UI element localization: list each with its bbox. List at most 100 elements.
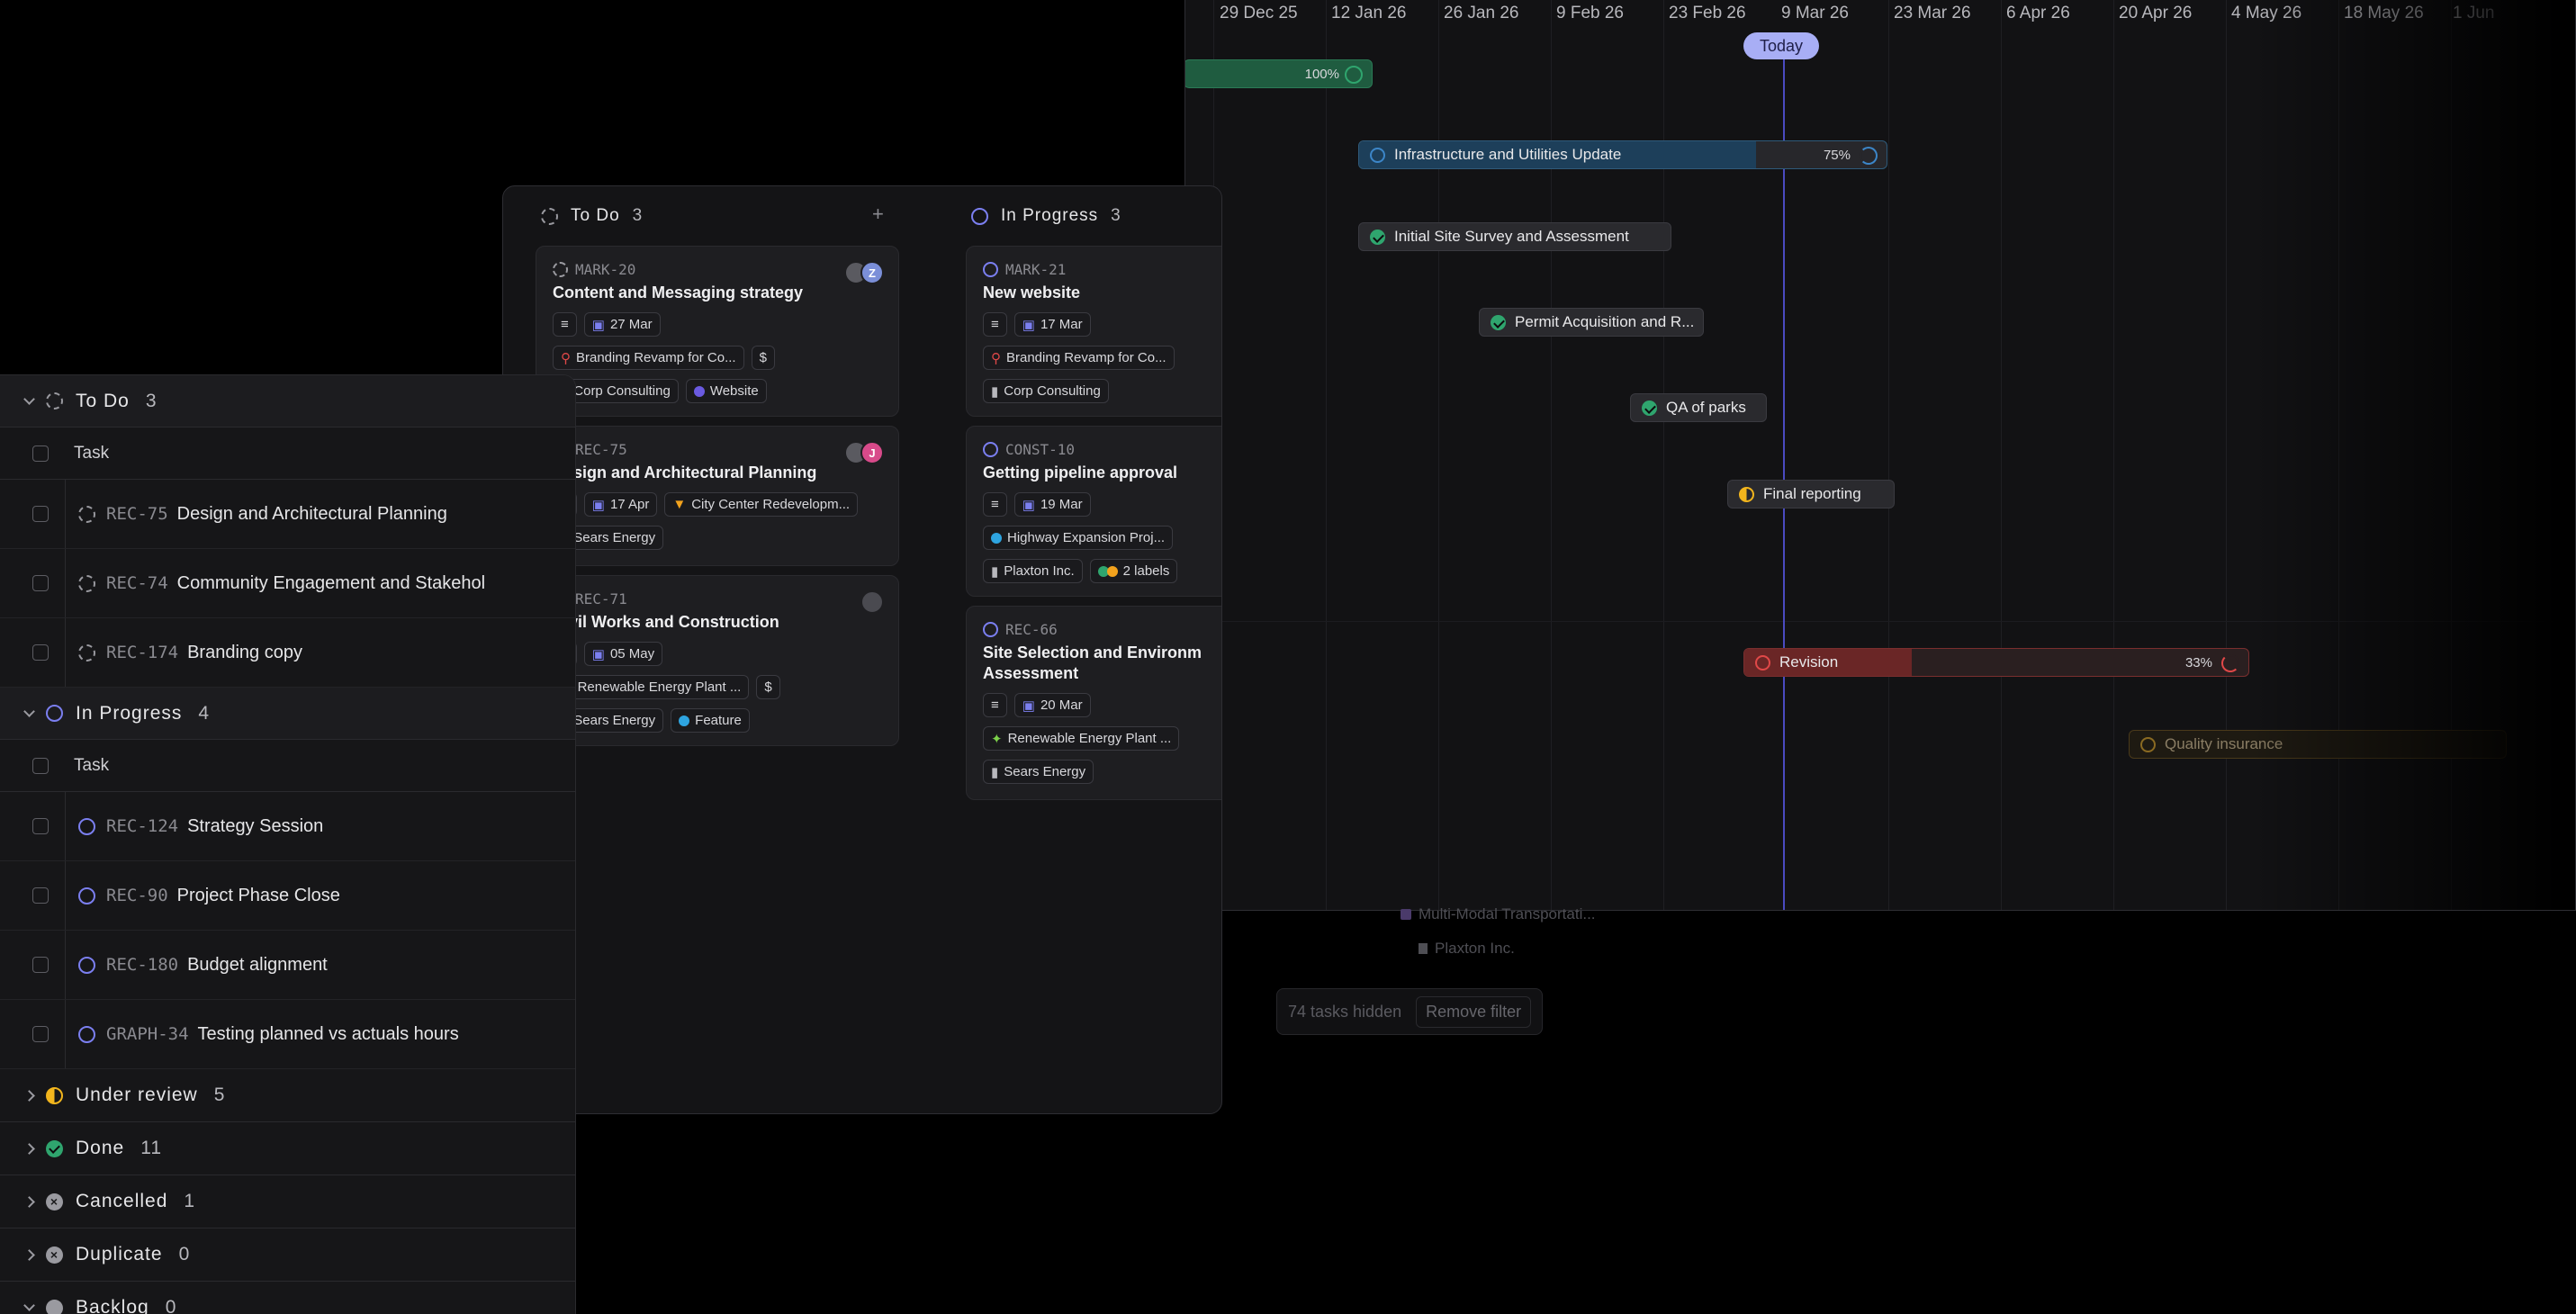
project-chip[interactable]: Highway Expansion Proj... xyxy=(983,526,1174,550)
task-title: Getting pipeline approval xyxy=(983,464,1178,482)
chevron-down-icon[interactable] xyxy=(23,705,35,717)
table-row[interactable]: REC-74 Community Engagement and Stakehol xyxy=(0,549,575,618)
ghost-project: Multi-Modal Transportati... xyxy=(1419,905,1596,922)
row-checkbox[interactable] xyxy=(32,818,49,834)
sparkle-icon: ✦ xyxy=(991,731,1003,747)
project-chip[interactable]: ⚲ Branding Revamp for Co... xyxy=(553,346,744,370)
task-title: Testing planned vs actuals hours xyxy=(197,1023,459,1044)
select-all-checkbox[interactable] xyxy=(32,757,49,774)
stack-icon[interactable]: ≡ xyxy=(983,492,1007,517)
task-card[interactable]: MARK-21 New website ≡ ▣ 17 Mar ⚲ Branding … xyxy=(966,246,1221,417)
chevron-right-icon[interactable] xyxy=(23,1248,35,1261)
due-date-chip[interactable]: ▣ 17 Apr xyxy=(583,492,658,517)
gantt-bar-site-survey[interactable]: Initial Site Survey and Assessment xyxy=(1358,222,1671,251)
table-row[interactable]: REC-124 Strategy Session xyxy=(0,792,575,861)
group-header-in-progress[interactable]: In Progress 4 xyxy=(0,688,575,740)
chevron-right-icon[interactable] xyxy=(23,1195,35,1208)
due-date-chip[interactable]: ▣ 27 Mar xyxy=(583,312,661,337)
task-card[interactable]: REC-66 Site Selection and Environm Assess… xyxy=(966,606,1221,800)
gantt-date: 23 Mar 26 xyxy=(1894,4,1971,22)
project-chip[interactable]: ✦Renewable Energy Plant ... xyxy=(553,675,750,699)
group-title: Backlog xyxy=(76,1297,149,1314)
due-date-chip[interactable]: ▣ 05 May xyxy=(583,642,663,666)
gantt-bar-quality-insurance[interactable]: Quality insurance xyxy=(2129,730,2507,759)
task-card[interactable]: MARK-20 Content and Messaging strategy Z… xyxy=(536,246,899,417)
row-checkbox[interactable] xyxy=(32,644,49,661)
row-checkbox[interactable] xyxy=(32,887,49,904)
labels-chip[interactable]: 2 labels xyxy=(1089,559,1178,583)
gantt-bar-qa-parks[interactable]: QA of parks xyxy=(1630,393,1767,422)
done-icon xyxy=(46,1139,63,1157)
done-icon xyxy=(1642,400,1657,416)
row-checkbox[interactable] xyxy=(32,575,49,591)
stack-icon[interactable]: ≡ xyxy=(983,693,1007,717)
duplicate-icon: × xyxy=(46,1246,63,1264)
client-chip[interactable]: ▮Corp Consulting xyxy=(983,379,1109,403)
client-chip[interactable]: ▮ Plaxton Inc. xyxy=(983,559,1083,583)
group-header-backlog[interactable]: Backlog 0 xyxy=(0,1282,575,1314)
gantt-bar-permit[interactable]: Permit Acquisition and R... xyxy=(1479,308,1704,337)
chevron-down-icon[interactable] xyxy=(23,392,35,405)
group-count: 3 xyxy=(145,390,158,411)
row-checkbox[interactable] xyxy=(32,506,49,522)
gantt-bar-infrastructure[interactable]: Infrastructure and Utilities Update 75% xyxy=(1358,140,1887,169)
table-row[interactable]: REC-180 Budget alignment xyxy=(0,931,575,1000)
gantt-bar-final-reporting[interactable]: Final reporting xyxy=(1727,480,1895,508)
row-checkbox[interactable] xyxy=(32,957,49,973)
group-count: 0 xyxy=(178,1244,191,1264)
task-title: Design and Architectural Planning xyxy=(176,503,447,524)
task-card[interactable]: REC-71 Civil Works and Construction ≡ ▣0… xyxy=(536,575,899,746)
table-row[interactable]: REC-75 Design and Architectural Planning xyxy=(0,480,575,549)
project-chip[interactable]: ✦Renewable Energy Plant ... xyxy=(983,726,1180,751)
board-column-count: 3 xyxy=(632,206,644,225)
gantt-bar-completed[interactable]: 100% xyxy=(1185,59,1373,88)
today-button[interactable]: Today xyxy=(1743,32,1820,59)
chevron-right-icon[interactable] xyxy=(23,1089,35,1102)
currency-chip[interactable]: $ xyxy=(751,346,775,370)
task-card[interactable]: CONST-10 Getting pipeline approval ≡ ▣ 19… xyxy=(966,426,1221,597)
currency-chip[interactable]: $ xyxy=(756,675,780,699)
gantt-bar-revision[interactable]: Revision 33% xyxy=(1743,648,2249,677)
project-chip[interactable]: ⚲ Branding Revamp for Co... xyxy=(983,346,1175,370)
task-title: New website xyxy=(983,284,1081,302)
gantt-view: 29 Dec 25 12 Jan 26 26 Jan 26 9 Feb 26 2… xyxy=(1184,0,2576,911)
building-icon: ▮ xyxy=(991,563,999,580)
project-chip[interactable]: ▼ City Center Redevelopm... xyxy=(664,492,859,517)
row-checkbox[interactable] xyxy=(32,1026,49,1042)
stack-icon[interactable]: ≡ xyxy=(553,312,577,337)
remove-filter-button[interactable]: Remove filter xyxy=(1416,995,1532,1028)
chevron-right-icon[interactable] xyxy=(23,1142,35,1155)
group-header-done[interactable]: Done 11 xyxy=(0,1122,575,1175)
stack-icon[interactable]: ≡ xyxy=(983,312,1007,337)
due-date-chip[interactable]: ▣ 19 Mar xyxy=(1013,492,1091,517)
todo-status-icon xyxy=(541,207,558,225)
gantt-bar-label: Initial Site Survey and Assessment xyxy=(1394,228,1629,245)
group-header-todo[interactable]: To Do 3 xyxy=(0,375,575,428)
calendar-icon: ▣ xyxy=(591,646,605,662)
in-progress-status-icon xyxy=(78,1025,95,1043)
due-date-chip[interactable]: ▣ 20 Mar xyxy=(1013,693,1091,717)
building-icon: ▮ xyxy=(991,383,999,400)
group-title: Done xyxy=(76,1138,125,1158)
label-chip[interactable]: Feature xyxy=(671,708,750,733)
group-count: 0 xyxy=(165,1297,177,1314)
task-title: Content and Messaging strategy xyxy=(553,284,804,302)
due-date-chip[interactable]: ▣ 17 Mar xyxy=(1013,312,1091,337)
gantt-bar-label: Final reporting xyxy=(1763,485,1861,502)
task-id: MARK-21 xyxy=(1005,261,1067,278)
in-progress-status-icon xyxy=(78,886,95,904)
add-task-button[interactable]: + xyxy=(872,202,884,226)
table-row[interactable]: REC-174 Branding copy xyxy=(0,618,575,688)
table-row[interactable]: GRAPH-34 Testing planned vs actuals hours xyxy=(0,1000,575,1069)
table-row[interactable]: REC-90 Project Phase Close xyxy=(0,861,575,931)
group-header-duplicate[interactable]: × Duplicate 0 xyxy=(0,1228,575,1282)
group-header-under-review[interactable]: Under review 5 xyxy=(0,1069,575,1122)
task-id: MARK-20 xyxy=(575,261,636,278)
task-card[interactable]: REC-75 Design and Architectural Planning… xyxy=(536,426,899,566)
label-chip[interactable]: Website xyxy=(685,379,767,403)
chevron-down-icon[interactable] xyxy=(23,1300,35,1311)
client-chip[interactable]: ▮Sears Energy xyxy=(983,760,1094,784)
select-all-checkbox[interactable] xyxy=(32,445,49,462)
under-review-icon xyxy=(2140,736,2156,752)
group-header-cancelled[interactable]: × Cancelled 1 xyxy=(0,1175,575,1228)
